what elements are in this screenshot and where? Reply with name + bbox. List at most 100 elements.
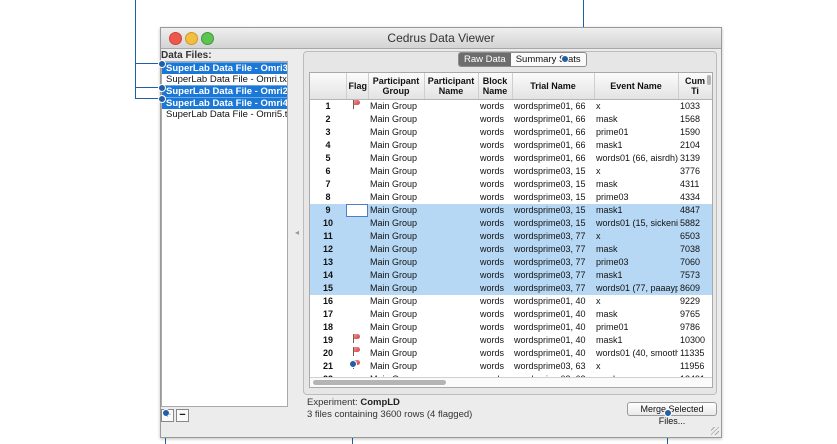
- flag-cell[interactable]: [346, 256, 368, 269]
- table-row[interactable]: 15 Main Group words wordsprime03, 77 words01…: [310, 282, 712, 295]
- column-header-block-name[interactable]: Block Name: [478, 73, 513, 100]
- table-row[interactable]: 1 Main Group words wordsprime01, 66 x 1033: [310, 100, 712, 114]
- trial-name-cell: wordsprime01, 66: [514, 127, 586, 137]
- cum-time-cell: 10300: [680, 335, 706, 345]
- column-header-row-number[interactable]: [310, 73, 347, 100]
- table-row[interactable]: 6 Main Group words wordsprime03, 15 x 3776: [310, 165, 712, 178]
- flag-cell[interactable]: [346, 295, 368, 308]
- merge-selected-files-button[interactable]: Merge Selected Files...: [627, 402, 717, 426]
- table-row[interactable]: 8 Main Group words wordsprime03, 15 prime03 4…: [310, 191, 712, 204]
- remove-file-button[interactable]: −: [176, 409, 189, 422]
- table-row[interactable]: 14 Main Group words wordsprime03, 77 mask1 75…: [310, 269, 712, 282]
- block-name-cell: words: [478, 243, 512, 256]
- flag-cell[interactable]: [346, 204, 368, 217]
- participant-group-cell: Main Group: [368, 217, 424, 230]
- file-list-item[interactable]: SuperLab Data File - Omri2.txt: [162, 85, 287, 97]
- table-row[interactable]: 10 Main Group words wordsprime03, 15 words01…: [310, 217, 712, 230]
- file-list-item[interactable]: SuperLab Data File - Omri3.txt: [162, 62, 287, 74]
- table-row[interactable]: 5 Main Group words wordsprime01, 66 words01 …: [310, 152, 712, 165]
- flag-cell[interactable]: [346, 321, 368, 334]
- table-row[interactable]: 4 Main Group words wordsprime01, 66 mask1 210…: [310, 139, 712, 152]
- resize-grip-icon[interactable]: [711, 427, 719, 435]
- table-row[interactable]: 3 Main Group words wordsprime01, 66 prime01 1…: [310, 126, 712, 139]
- participant-name-cell: [424, 113, 478, 126]
- flag-cell[interactable]: [346, 178, 368, 191]
- flag-cell[interactable]: [346, 152, 368, 165]
- participant-name-cell: [424, 152, 478, 165]
- column-header-event-name[interactable]: Event Name: [594, 73, 679, 100]
- file-list-item[interactable]: SuperLab Data File - Omri.txt: [162, 74, 287, 85]
- flag-cell[interactable]: [346, 334, 368, 347]
- callout-dot-summary-stats: [561, 55, 569, 63]
- flag-cell[interactable]: [346, 347, 368, 360]
- participant-name-cell: [424, 269, 478, 282]
- table-row[interactable]: 11 Main Group words wordsprime03, 77 x 6503: [310, 230, 712, 243]
- flag-cell[interactable]: [346, 282, 368, 295]
- table-row[interactable]: 12 Main Group words wordsprime03, 77 mask 703…: [310, 243, 712, 256]
- cum-time-cell: 9765: [680, 309, 701, 319]
- flag-cell[interactable]: [346, 113, 368, 126]
- flag-cell[interactable]: [346, 126, 368, 139]
- file-list-item[interactable]: SuperLab Data File - Omri5.txt: [162, 109, 287, 120]
- file-summary-text: 3 files containing 3600 rows (4 flagged): [307, 409, 473, 420]
- table-row[interactable]: 18 Main Group words wordsprime01, 40 prime01…: [310, 321, 712, 334]
- file-list-item[interactable]: SuperLab Data File - Omri4.txt: [162, 97, 287, 109]
- table-row[interactable]: 20 Main Group words wordsprime01, 40 words01…: [310, 347, 712, 360]
- callout-dot-file-3: [158, 84, 166, 92]
- event-name-cell: words01 (66, aisrdh): [596, 153, 678, 163]
- table-row[interactable]: 19 Main Group words wordsprime01, 40 mask1 10…: [310, 334, 712, 347]
- horizontal-scrollbar-thumb[interactable]: [313, 380, 446, 385]
- row-number-cell: 18: [322, 322, 333, 332]
- trial-name-cell: wordsprime01, 40: [514, 335, 586, 345]
- block-name-cell: words: [480, 101, 505, 111]
- trial-name-cell: wordsprime03, 15: [514, 179, 586, 189]
- splitter-handle-icon[interactable]: ◂: [295, 228, 299, 237]
- table-row[interactable]: 2 Main Group words wordsprime01, 66 mask 1568: [310, 113, 712, 126]
- cum-time-cell: 3139: [680, 153, 701, 163]
- cum-time-cell: 7060: [678, 256, 712, 269]
- event-name-cell: mask: [596, 114, 618, 124]
- flag-icon[interactable]: [353, 334, 361, 343]
- flag-icon[interactable]: [353, 347, 361, 356]
- flag-cell[interactable]: [346, 217, 368, 230]
- table-row[interactable]: 13 Main Group words wordsprime03, 77 prime03…: [310, 256, 712, 269]
- trial-name-cell: wordsprime03, 77: [512, 230, 594, 243]
- flag-cell[interactable]: [346, 230, 368, 243]
- event-name-cell: prime01: [596, 127, 629, 137]
- callout-dot-flag: [349, 360, 357, 368]
- flag-cell[interactable]: [346, 165, 368, 178]
- trial-name-cell: wordsprime01, 40: [514, 309, 586, 319]
- row-number-cell: 9: [310, 204, 346, 217]
- column-header-participant-name[interactable]: Participant Name: [424, 73, 479, 100]
- table-row[interactable]: 17 Main Group words wordsprime01, 40 mask 976…: [310, 308, 712, 321]
- column-header-trial-name[interactable]: Trial Name: [512, 73, 595, 100]
- tab-summary-stats[interactable]: Summary Stats: [511, 53, 586, 66]
- flag-cell[interactable]: [346, 191, 368, 204]
- table-row[interactable]: 7 Main Group words wordsprime03, 15 mask 4311: [310, 178, 712, 191]
- block-name-cell: words: [480, 192, 505, 202]
- callout-dot-file-1: [158, 60, 166, 68]
- vertical-scrollbar-thumb[interactable]: [707, 75, 711, 85]
- trial-name-cell: wordsprime03, 15: [512, 204, 594, 217]
- block-name-cell: words: [478, 282, 512, 295]
- participant-name-cell: [424, 126, 478, 139]
- tab-raw-data[interactable]: Raw Data: [459, 53, 511, 66]
- participant-name-cell: [424, 165, 478, 178]
- row-number-cell: 21: [322, 361, 333, 371]
- table-row[interactable]: 21 Main Group words wordsprime03, 63 x 11956: [310, 360, 712, 373]
- column-header-participant-group[interactable]: Participant Group: [368, 73, 425, 100]
- horizontal-scrollbar[interactable]: [310, 377, 712, 387]
- column-header-flag[interactable]: Flag: [346, 73, 369, 100]
- table-row[interactable]: 9 Main Group words wordsprime03, 15 mask1 484…: [310, 204, 712, 217]
- flag-cell[interactable]: [346, 100, 368, 114]
- table-row[interactable]: 16 Main Group words wordsprime01, 40 x 9229: [310, 295, 712, 308]
- event-name-cell: prime03: [596, 192, 629, 202]
- flag-cell[interactable]: [346, 243, 368, 256]
- flag-cell[interactable]: [346, 139, 368, 152]
- flag-cell[interactable]: [346, 308, 368, 321]
- row-number-cell: 13: [310, 256, 346, 269]
- data-files-list[interactable]: SuperLab Data File - Omri3.txtSuperLab D…: [161, 61, 288, 407]
- flag-cell[interactable]: [346, 269, 368, 282]
- flag-icon[interactable]: [353, 100, 361, 109]
- callout-dot-file-4: [158, 95, 166, 103]
